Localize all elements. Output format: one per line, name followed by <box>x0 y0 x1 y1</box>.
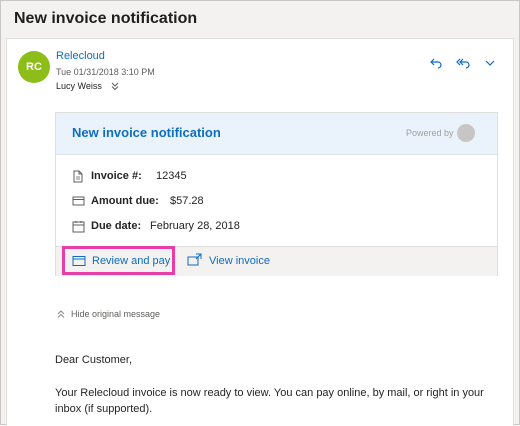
avatar[interactable]: RC <box>18 51 50 83</box>
card-icon <box>72 196 85 206</box>
view-invoice-button[interactable]: View invoice <box>187 247 272 276</box>
invoice-number-value: 12345 <box>156 170 187 182</box>
due-date-label: Due date: <box>91 220 142 232</box>
review-and-pay-highlight <box>62 246 175 275</box>
more-actions-chevron-icon[interactable] <box>482 55 498 71</box>
open-external-icon <box>187 253 202 266</box>
due-date-value: February 28, 2018 <box>150 220 240 232</box>
body-paragraph-line2: inbox (if supported). <box>55 403 153 415</box>
email-subject: New invoice notification <box>14 10 198 27</box>
provider-logo <box>457 124 475 142</box>
expand-recipients-icon[interactable] <box>109 80 121 92</box>
greeting-text: Dear Customer, <box>55 354 133 366</box>
sent-date: Tue 01/31/2018 3:10 PM <box>56 67 155 77</box>
document-icon <box>73 170 83 183</box>
hide-original-label: Hide original message <box>71 309 161 319</box>
invoice-number-label: Invoice #: <box>91 170 142 182</box>
view-invoice-label: View invoice <box>209 255 270 267</box>
card-header: New invoice notification Powered by <box>56 113 497 155</box>
powered-by-label: Powered by <box>406 128 454 138</box>
message-container: RC Relecloud Tue 01/31/2018 3:10 PM Lucy… <box>6 38 514 426</box>
body-paragraph-line1: Your Relecloud invoice is now ready to v… <box>55 387 484 399</box>
recipient-name[interactable]: Lucy Weiss <box>56 81 102 91</box>
reply-all-icon[interactable] <box>455 55 471 71</box>
amount-due-value: $57.28 <box>170 195 204 207</box>
card-title: New invoice notification <box>72 125 221 140</box>
reply-icon[interactable] <box>428 55 444 71</box>
calendar-icon <box>72 221 85 233</box>
sender-name[interactable]: Relecloud <box>56 50 105 62</box>
amount-due-label: Amount due: <box>91 195 159 207</box>
collapse-chevron-icon <box>57 310 65 318</box>
